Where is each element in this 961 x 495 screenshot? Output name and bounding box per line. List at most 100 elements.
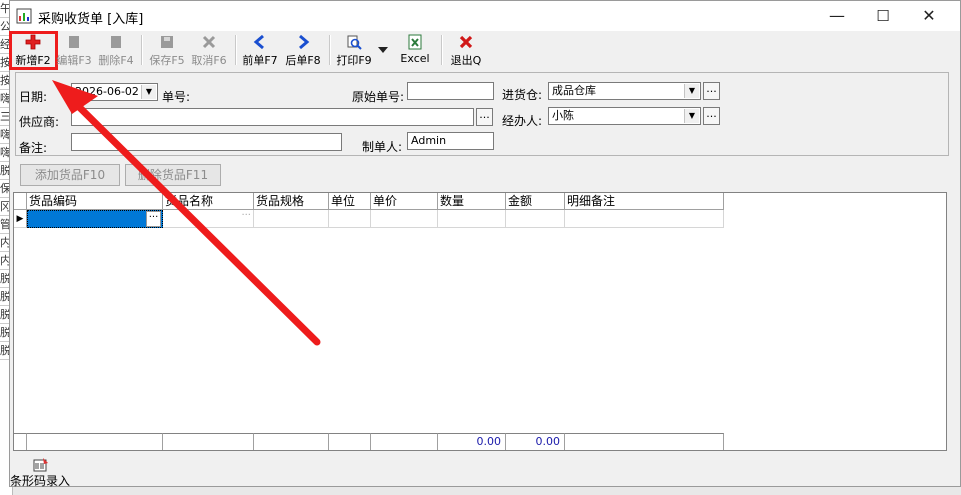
- toolbar-separator: [329, 35, 331, 65]
- edit-button[interactable]: 编辑F3: [54, 33, 94, 67]
- maker-input[interactable]: Admin: [407, 132, 494, 150]
- toolbar: 新增F2 编辑F3 删除F4 保存F5 取消F6 前单F7 后单F8 打印F9 …: [9, 31, 960, 70]
- column-header[interactable]: 单价: [371, 193, 438, 210]
- footer-cell: [565, 433, 724, 450]
- goods-detail-grid: 货品编码 货品名称 货品规格 单位 单价 数量 金额 明细备注 ▶ ··· ··…: [13, 192, 947, 451]
- print-dropdown-arrow[interactable]: [376, 33, 390, 67]
- footer-cell: [329, 433, 371, 450]
- footer-cell: [163, 433, 254, 450]
- warehouse-value: 成品仓库: [552, 84, 596, 97]
- purchase-receipt-window: 采购收货单 [入库] — ☐ ✕ 新增F2 编辑F3 删除F4 保存F5 取消F…: [9, 0, 961, 489]
- amount-cell[interactable]: [506, 210, 565, 228]
- close-button[interactable]: ✕: [906, 1, 952, 31]
- supplier-lookup-button[interactable]: ...: [476, 108, 493, 126]
- warehouse-lookup-button[interactable]: ...: [703, 82, 720, 100]
- column-header[interactable]: 金额: [506, 193, 565, 210]
- cancel-button[interactable]: 取消F6: [189, 33, 229, 67]
- column-header[interactable]: 货品规格: [254, 193, 329, 210]
- footer-cell: [27, 433, 163, 450]
- handler-lookup-button[interactable]: ...: [703, 107, 720, 125]
- barcode-entry-label[interactable]: 条形码录入: [10, 472, 70, 489]
- column-header[interactable]: 货品编码: [27, 193, 163, 210]
- save-label: 保存F5: [149, 54, 185, 67]
- excel-button[interactable]: Excel: [395, 33, 435, 67]
- print-button[interactable]: 打印F9: [334, 33, 374, 67]
- arrow-right-icon: [299, 34, 310, 50]
- remark-label: 备注:: [19, 141, 48, 155]
- quantity-cell[interactable]: [438, 210, 506, 228]
- toolbar-separator: [235, 35, 237, 65]
- remark-input[interactable]: [71, 133, 342, 151]
- cancel-x-icon: [202, 35, 216, 49]
- maximize-button[interactable]: ☐: [860, 1, 906, 31]
- delete-button[interactable]: 删除F4: [96, 33, 136, 67]
- supplier-label: 供应商:: [19, 115, 60, 129]
- price-cell[interactable]: [371, 210, 438, 228]
- date-picker[interactable]: 2026-06-02 ▼: [71, 83, 158, 101]
- date-value: 2026-06-02: [75, 85, 139, 98]
- status-bar: 条形码录入: [10, 455, 960, 489]
- supplier-input[interactable]: [71, 108, 474, 126]
- handler-label: 经办人:: [502, 114, 543, 128]
- save-disk-icon: [161, 36, 173, 48]
- goods-name-cell[interactable]: ···: [163, 210, 254, 228]
- delete-label: 删除F4: [98, 54, 134, 67]
- orig-no-label: 原始单号:: [352, 90, 405, 104]
- delete-icon: [111, 36, 121, 48]
- amount-total: 0.00: [506, 433, 565, 450]
- chevron-down-icon[interactable]: ▼: [141, 85, 156, 99]
- title-bar[interactable]: 采购收货单 [入库] — ☐ ✕: [10, 1, 960, 31]
- column-header[interactable]: 货品名称: [163, 193, 254, 210]
- toolbar-separator: [441, 35, 443, 65]
- warehouse-label: 进货仓:: [502, 88, 543, 102]
- add-goods-button[interactable]: 添加货品F10: [20, 164, 120, 186]
- next-bill-label: 后单F8: [285, 54, 321, 67]
- bill-no-label: 单号:: [162, 90, 191, 104]
- column-header[interactable]: 单位: [329, 193, 371, 210]
- exit-button[interactable]: 退出Q: [446, 33, 486, 67]
- next-bill-button[interactable]: 后单F8: [283, 33, 323, 67]
- app-chart-icon: [16, 8, 32, 24]
- save-button[interactable]: 保存F5: [147, 33, 187, 67]
- excel-label: Excel: [400, 52, 430, 65]
- bill-header-form: 日期: 2026-06-02 ▼ 单号: 原始单号: 进货仓: 成品仓库 ▼ .…: [15, 72, 949, 156]
- window-title: 采购收货单 [入库]: [38, 12, 144, 27]
- goods-code-cell[interactable]: ···: [27, 210, 163, 228]
- unit-cell[interactable]: [329, 210, 371, 228]
- barcode-edit-icon[interactable]: [33, 457, 49, 473]
- grid-corner: [14, 193, 27, 210]
- toolbar-separator: [141, 35, 143, 65]
- handler-select[interactable]: 小陈 ▼: [548, 107, 701, 125]
- goods-code-lookup-button[interactable]: ···: [146, 211, 161, 227]
- minimize-button[interactable]: —: [814, 1, 860, 31]
- chevron-down-icon[interactable]: ▼: [684, 84, 699, 98]
- edit-label: 编辑F3: [56, 54, 92, 67]
- quantity-total: 0.00: [438, 433, 506, 450]
- prev-bill-label: 前单F7: [242, 54, 278, 67]
- delete-goods-button[interactable]: 删除货品F11: [125, 164, 221, 186]
- row-indicator[interactable]: ▶: [14, 210, 27, 228]
- warehouse-select[interactable]: 成品仓库 ▼: [548, 82, 701, 100]
- exit-label: 退出Q: [450, 54, 482, 67]
- prev-bill-button[interactable]: 前单F7: [240, 33, 280, 67]
- exit-x-icon: [459, 35, 473, 49]
- goods-name-lookup-button[interactable]: ···: [241, 210, 251, 221]
- cancel-label: 取消F6: [191, 54, 227, 67]
- detail-remark-cell[interactable]: [565, 210, 724, 228]
- highlight-box: [9, 31, 58, 70]
- footer-cell: [371, 433, 438, 450]
- footer-cell: [254, 433, 329, 450]
- column-header[interactable]: 数量: [438, 193, 506, 210]
- caret-down-icon: [378, 47, 388, 53]
- print-preview-icon: [347, 35, 362, 50]
- print-label: 打印F9: [336, 54, 372, 67]
- orig-no-input[interactable]: [407, 82, 494, 100]
- goods-spec-cell[interactable]: [254, 210, 329, 228]
- arrow-left-icon: [253, 34, 264, 50]
- edit-icon: [69, 36, 79, 48]
- date-label: 日期:: [19, 90, 48, 104]
- maker-label: 制单人:: [362, 140, 403, 154]
- footer-corner: [14, 433, 27, 450]
- chevron-down-icon[interactable]: ▼: [684, 109, 699, 123]
- column-header[interactable]: 明细备注: [565, 193, 724, 210]
